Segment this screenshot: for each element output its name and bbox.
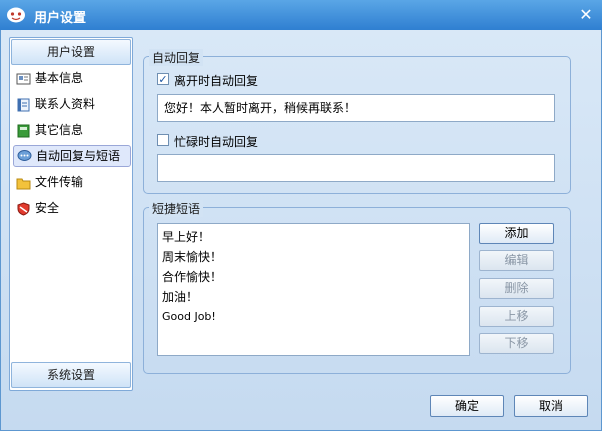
- sidebar-item-label: 安全: [35, 201, 60, 215]
- away-auto-reply-checkbox[interactable]: ✓: [157, 73, 169, 85]
- title-bar: 用户设置 ✕: [0, 0, 602, 30]
- list-item[interactable]: Good Job!: [158, 307, 469, 327]
- sidebar-item-file-transfer[interactable]: 文件传输: [13, 171, 131, 193]
- list-item[interactable]: 加油！: [158, 287, 469, 307]
- sidebar-item-label: 基本信息: [35, 71, 84, 85]
- sidebar-item-label: 其它信息: [35, 123, 84, 137]
- speech-bubble-icon: [17, 149, 32, 163]
- busy-auto-reply-checkbox[interactable]: [157, 134, 169, 146]
- move-up-button[interactable]: 上移: [479, 306, 554, 327]
- id-card-icon: [16, 71, 31, 85]
- away-message-input[interactable]: 您好！本人暂时离开，稍候再联系！: [157, 94, 555, 122]
- busy-message-input[interactable]: [157, 154, 555, 182]
- sidebar-item-security[interactable]: 安全: [13, 197, 131, 219]
- chat-bubble-icon: [6, 6, 26, 24]
- shield-icon: [16, 201, 31, 216]
- sidebar-item-label: 文件传输: [35, 175, 84, 189]
- sidebar-item-contacts[interactable]: 联系人资料: [13, 93, 131, 115]
- sidebar-header-user-settings[interactable]: 用户设置: [11, 39, 131, 65]
- ok-button[interactable]: 确定: [430, 395, 504, 417]
- green-book-icon: [16, 123, 31, 138]
- folder-icon: [16, 175, 31, 190]
- close-button[interactable]: ✕: [576, 5, 596, 25]
- add-phrase-button[interactable]: 添加: [479, 223, 554, 244]
- quick-phrases-group-label: 短捷短语: [149, 200, 204, 217]
- away-auto-reply-label: 离开时自动回复: [174, 74, 259, 88]
- delete-phrase-button[interactable]: 删除: [479, 278, 554, 299]
- quick-phrases-list[interactable]: 早上好！ 周末愉快！ 合作愉快！ 加油！ Good Job!: [157, 223, 470, 356]
- sidebar-footer-system-settings[interactable]: 系统设置: [11, 362, 131, 388]
- sidebar-item-label: 联系人资料: [35, 97, 96, 111]
- window-title: 用户设置: [34, 11, 87, 26]
- move-down-button[interactable]: 下移: [479, 333, 554, 354]
- sidebar-item-label: 自动回复与短语: [36, 149, 121, 163]
- sidebar-item-auto-reply[interactable]: 自动回复与短语: [13, 145, 131, 167]
- edit-phrase-button[interactable]: 编辑: [479, 250, 554, 271]
- contact-book-icon: [16, 97, 31, 112]
- cancel-button[interactable]: 取消: [514, 395, 588, 417]
- sidebar-item-basic-info[interactable]: 基本信息: [13, 67, 131, 89]
- sidebar-item-other-info[interactable]: 其它信息: [13, 119, 131, 141]
- list-item[interactable]: 早上好！: [158, 227, 469, 247]
- list-item[interactable]: 合作愉快！: [158, 267, 469, 287]
- busy-auto-reply-label: 忙碌时自动回复: [174, 135, 259, 149]
- list-item[interactable]: 周末愉快！: [158, 247, 469, 267]
- auto-reply-group-label: 自动回复: [149, 49, 204, 66]
